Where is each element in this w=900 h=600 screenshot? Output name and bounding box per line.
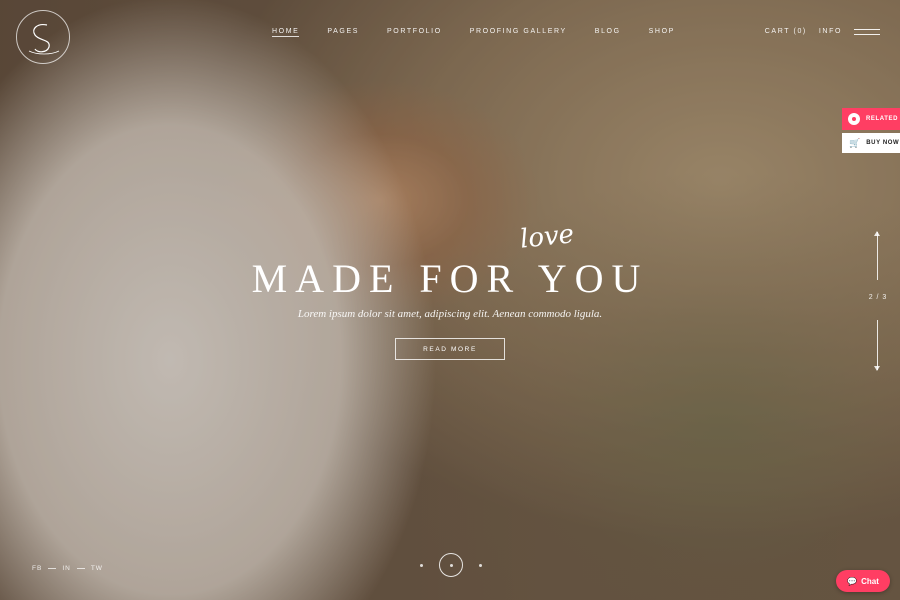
header-actions: CART (0) INFO [765, 28, 880, 35]
nav-item-blog[interactable]: BLOG [595, 28, 621, 37]
buy-now-label: BUY NOW [866, 140, 900, 146]
related-label: RELATED [866, 116, 899, 122]
divider [48, 568, 57, 569]
nav-item-portfolio[interactable]: PORTFOLIO [387, 28, 442, 37]
chat-label: Chat [861, 576, 879, 586]
record-icon [848, 113, 860, 125]
nav-item-home[interactable]: HOME [272, 28, 300, 37]
slide-prev-arrow-icon[interactable] [874, 231, 880, 280]
hero-title: MADE FOR YOU [251, 256, 649, 301]
social-link-in[interactable]: IN [62, 565, 71, 572]
slide-next-arrow-icon[interactable] [874, 320, 880, 371]
social-link-tw[interactable]: TW [91, 565, 103, 572]
chat-button[interactable]: 💬 Chat [836, 570, 890, 592]
hero-heading-block: MADE FOR YOU Lorem ipsum dolor sit amet,… [250, 255, 650, 320]
menu-icon[interactable] [854, 28, 880, 35]
slide-vertical-nav: 2 / 3 [869, 231, 886, 371]
hero-script-word: love [518, 219, 576, 255]
divider [76, 568, 85, 569]
nav-item-shop[interactable]: SHOP [649, 28, 675, 37]
main-navigation: HOME PAGES PORTFOLIO PROOFING GALLERY BL… [272, 28, 675, 37]
cart-link[interactable]: CART (0) [765, 28, 807, 35]
site-logo[interactable] [16, 10, 70, 64]
nav-item-proofing-gallery[interactable]: PROOFING GALLERY [470, 28, 567, 37]
social-link-fb[interactable]: FB [32, 565, 42, 572]
hero-subtitle: Lorem ipsum dolor sit amet, adipiscing e… [297, 308, 603, 320]
slider-pagination [420, 552, 482, 578]
active-dot [449, 563, 453, 567]
social-links: FB IN TW [32, 565, 103, 572]
slide-dot[interactable] [479, 563, 482, 567]
slide-dot[interactable] [420, 563, 423, 567]
related-button[interactable]: RELATED [842, 108, 900, 130]
info-link[interactable]: INFO [819, 28, 842, 35]
read-more-button[interactable]: READ MORE [395, 338, 505, 360]
buy-now-button[interactable]: 🛒 BUY NOW [842, 133, 900, 153]
nav-item-pages[interactable]: PAGES [327, 28, 359, 37]
slide-dot-active[interactable] [439, 553, 463, 577]
slide-counter: 2 / 3 [868, 294, 888, 301]
chat-bubble-icon: 💬 [847, 576, 858, 586]
cart-icon: 🛒 [849, 137, 861, 148]
